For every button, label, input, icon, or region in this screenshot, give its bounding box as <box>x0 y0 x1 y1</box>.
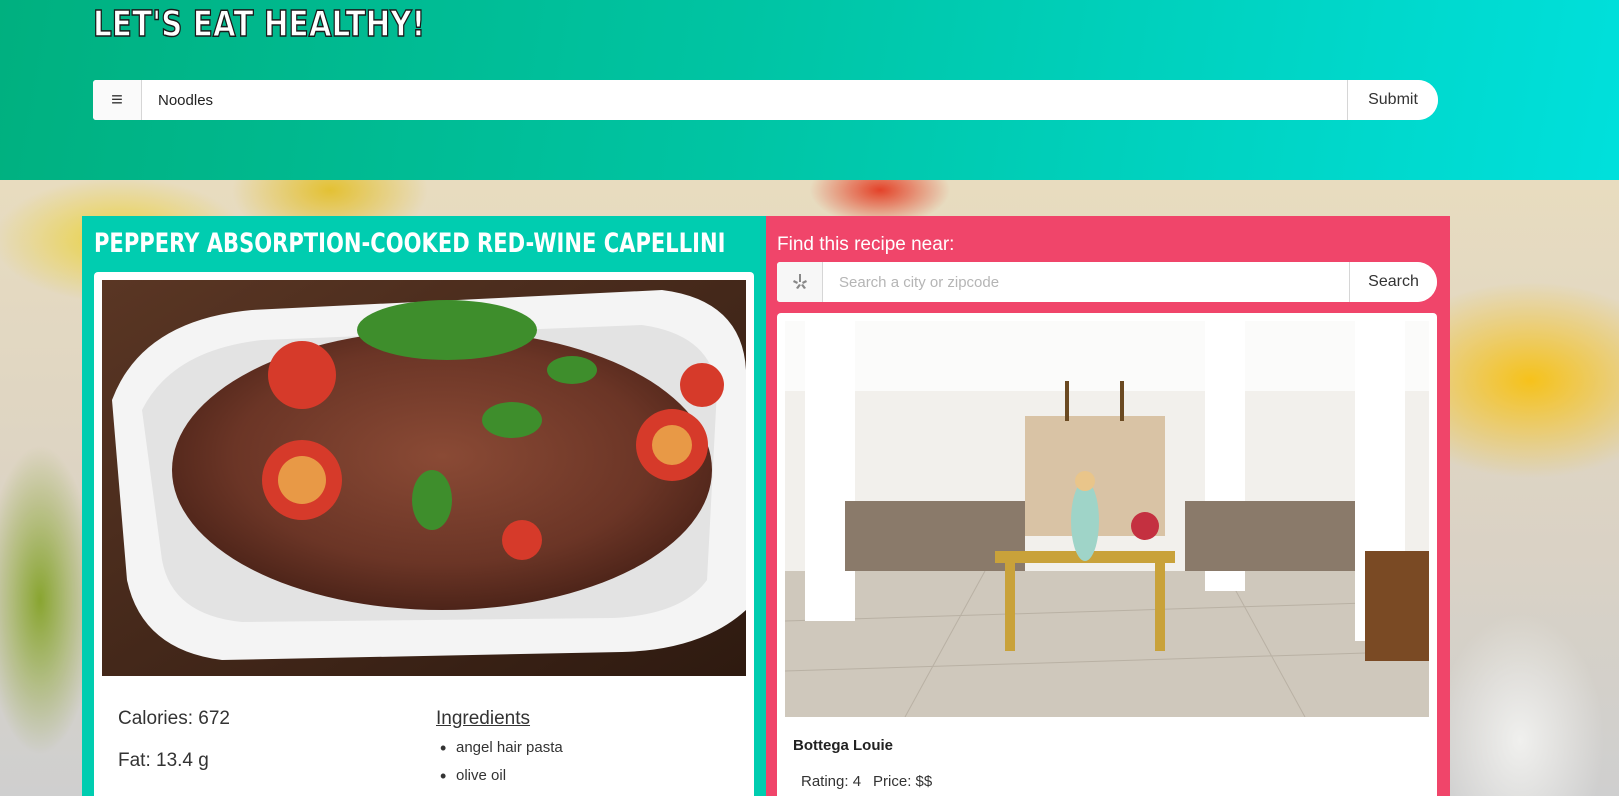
recipe-search-bar: ≡ Submit <box>93 80 1438 120</box>
recipe-image <box>102 280 746 676</box>
location-search-bar: Search <box>777 262 1437 302</box>
search-button[interactable]: Search <box>1349 262 1437 302</box>
recipe-title: PEPPERY ABSORPTION-COOKED RED-WINE CAPEL… <box>94 228 726 259</box>
restaurant-price: Price: $$ <box>873 773 933 790</box>
recipe-card: Calories: 672 Fat: 13.4 g Ingredients an… <box>94 272 754 796</box>
recipe-panel: PEPPERY ABSORPTION-COOKED RED-WINE CAPEL… <box>82 216 766 796</box>
submit-button[interactable]: Submit <box>1347 80 1438 120</box>
site-header: LET'S EAT HEALTHY! ≡ Submit <box>0 0 1619 180</box>
restaurant-panel: Find this recipe near: Search a city or … <box>766 216 1450 796</box>
yelp-icon <box>777 262 823 302</box>
restaurant-card: Bottega Louie Rating: 4 Price: $$ <box>777 313 1437 796</box>
restaurant-meta: Rating: 4 Price: $$ <box>801 773 932 790</box>
ingredient-item: angel hair pasta <box>436 734 563 762</box>
hamburger-menu-icon[interactable]: ≡ <box>93 80 142 120</box>
location-search-input[interactable] <box>823 262 1349 302</box>
calories-value: Calories: 672 <box>118 708 230 729</box>
ingredients-list: Ingredients angel hair pasta olive oil <box>436 708 563 790</box>
ingredients-heading[interactable]: Ingredients <box>436 708 563 730</box>
fat-value: Fat: 13.4 g <box>118 750 209 771</box>
restaurant-image <box>785 321 1429 717</box>
site-title: LET'S EAT HEALTHY! <box>92 3 426 46</box>
nutrition-info: Calories: 672 Fat: 13.4 g <box>118 708 230 792</box>
find-recipe-label: Find this recipe near: <box>777 234 955 255</box>
restaurant-name[interactable]: Bottega Louie <box>793 737 893 754</box>
ingredient-item: olive oil <box>436 762 563 790</box>
restaurant-rating: Rating: 4 <box>801 773 862 790</box>
recipe-search-input[interactable] <box>142 80 1347 120</box>
